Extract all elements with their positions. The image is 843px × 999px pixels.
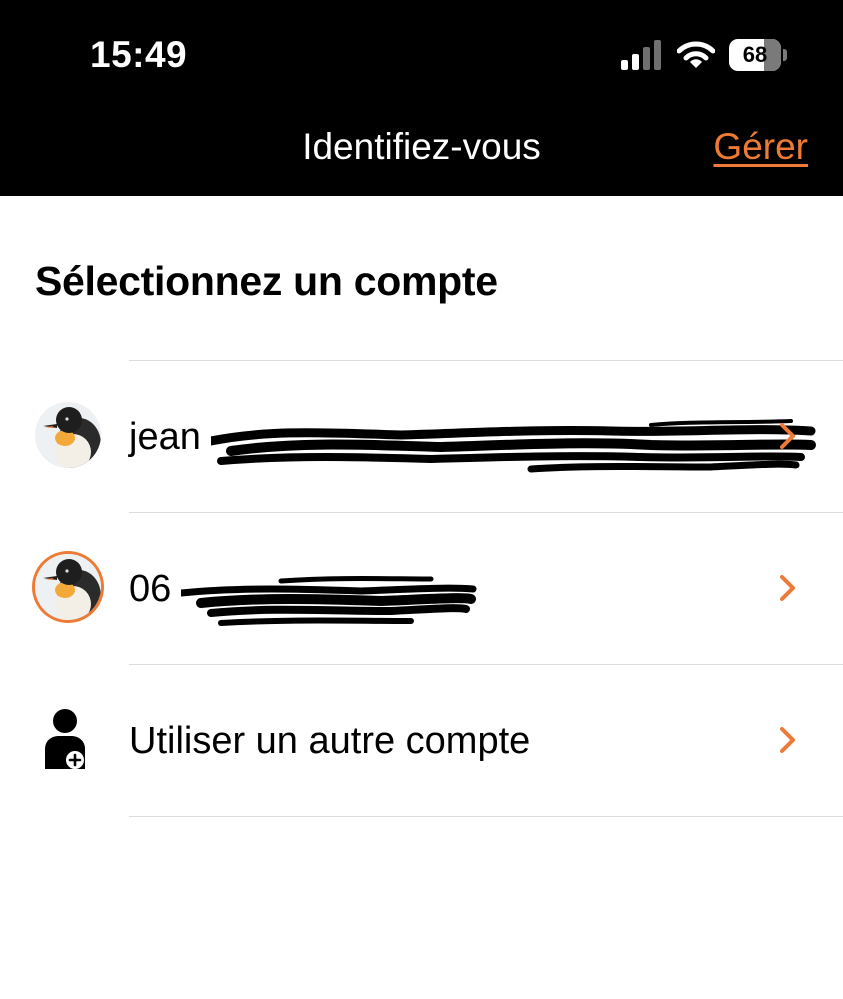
status-time: 15:49	[90, 34, 188, 75]
account-label: jean	[129, 416, 201, 458]
account-row-phone[interactable]: 06	[35, 512, 843, 664]
wifi-icon	[677, 41, 715, 68]
chevron-right-icon	[780, 575, 795, 601]
battery-icon: 68	[729, 39, 787, 71]
section-title: Sélectionnez un compte	[35, 258, 498, 304]
redaction-scribble	[211, 419, 816, 473]
chevron-right-icon	[780, 423, 795, 449]
account-label: 06	[129, 568, 172, 610]
battery-level: 68	[742, 42, 768, 67]
manage-button[interactable]: Gérer	[713, 126, 808, 168]
account-list: jean 06 Utiliser un autre compte	[0, 360, 843, 817]
penguin-avatar	[35, 402, 101, 468]
top-bar: 15:49 68 Identifiez-vous Gérer	[0, 0, 843, 196]
signal-icon	[621, 40, 661, 70]
chevron-right-icon	[780, 727, 795, 753]
other-account-label: Utiliser un autre compte	[129, 720, 531, 762]
redaction-scribble	[181, 576, 477, 626]
user-add-icon	[45, 709, 85, 769]
account-row-email[interactable]: jean	[35, 360, 843, 512]
other-account-row[interactable]: Utiliser un autre compte	[45, 664, 843, 817]
penguin-icon	[35, 554, 101, 620]
penguin-avatar	[35, 554, 101, 620]
penguin-icon	[35, 402, 101, 468]
status-icons: 68	[621, 38, 787, 72]
